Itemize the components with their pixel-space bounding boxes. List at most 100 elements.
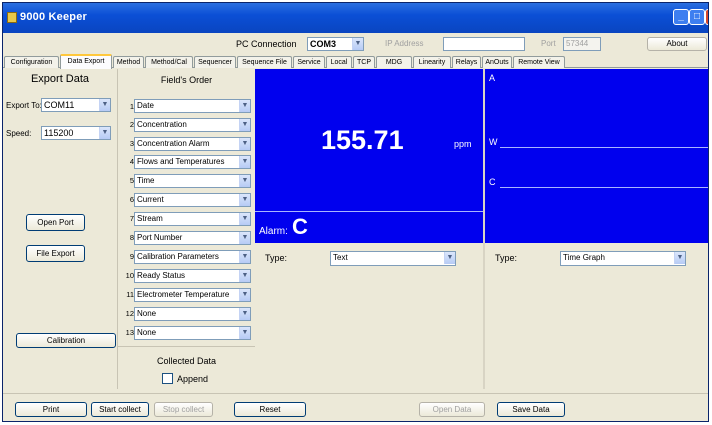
tab-sequence-file[interactable]: Sequence File xyxy=(237,56,292,68)
tab-linearity[interactable]: Linearity xyxy=(413,56,451,68)
graph-type-value: Time Graph xyxy=(563,253,605,262)
tab-tcp[interactable]: TCP xyxy=(353,56,375,68)
tab-relays[interactable]: Relays xyxy=(452,56,481,68)
graph-label-c: C xyxy=(489,177,496,187)
ip-address-label: IP Address xyxy=(385,39,424,48)
chevron-down-icon: ▼ xyxy=(239,327,250,339)
concentration-unit: ppm xyxy=(454,139,472,149)
bottom-toolbar: Print Start collect Stop collect Reset O… xyxy=(3,393,708,421)
field-order-select[interactable]: None ▼ xyxy=(134,326,251,340)
chevron-down-icon: ▼ xyxy=(239,251,250,263)
graph-type-label: Type: xyxy=(495,253,518,263)
value-display: 155.71 ppm Alarm: C xyxy=(255,69,483,243)
field-row-number: 1 xyxy=(129,102,134,111)
window-title: 9000 Keeper xyxy=(20,11,88,23)
chevron-down-icon: ▼ xyxy=(239,194,250,206)
field-order-select[interactable]: Stream ▼ xyxy=(134,212,251,226)
field-order-select[interactable]: Current ▼ xyxy=(134,193,251,207)
display-type-value: Text xyxy=(333,253,348,262)
field-row-number: 5 xyxy=(129,176,134,185)
field-order-select[interactable]: Flows and Temperatures ▼ xyxy=(134,155,251,169)
graph-display: A W C xyxy=(485,69,708,243)
chevron-down-icon: ▼ xyxy=(239,119,250,131)
tab-sequencer[interactable]: Sequencer xyxy=(194,56,236,68)
fields-order-panel: Field's Order 1 Date ▼ 2 Concentration ▼ 3… xyxy=(117,69,255,389)
reset-button[interactable]: Reset xyxy=(234,402,306,417)
field-row-number: 3 xyxy=(129,139,134,148)
chevron-down-icon: ▼ xyxy=(239,270,250,282)
field-row-number: 4 xyxy=(129,157,134,166)
port-input[interactable]: 57344 xyxy=(563,37,601,51)
chevron-down-icon: ▼ xyxy=(239,100,250,112)
field-order-value: Current xyxy=(137,195,164,204)
about-button[interactable]: About xyxy=(647,37,707,51)
field-row-number: 11 xyxy=(126,290,134,299)
open-data-button[interactable]: Open Data xyxy=(419,402,485,417)
field-order-select[interactable]: Port Number ▼ xyxy=(134,231,251,245)
print-button[interactable]: Print xyxy=(15,402,87,417)
export-to-label: Export To: xyxy=(6,101,42,110)
panel-divider xyxy=(483,69,485,389)
tab-data-export[interactable]: Data Export xyxy=(60,54,112,69)
field-row-number: 10 xyxy=(125,271,134,280)
field-order-select[interactable]: Electrometer Temperature ▼ xyxy=(134,288,251,302)
file-export-button[interactable]: File Export xyxy=(26,245,85,262)
field-order-select[interactable]: None ▼ xyxy=(134,307,251,321)
chevron-down-icon: ▼ xyxy=(239,289,250,301)
maximize-icon[interactable]: □ xyxy=(689,9,705,25)
open-port-button[interactable]: Open Port xyxy=(26,214,85,231)
close-icon[interactable] xyxy=(705,9,708,25)
tab-configuration[interactable]: Configuration xyxy=(4,56,59,68)
start-collect-button[interactable]: Start collect xyxy=(91,402,149,417)
field-order-select[interactable]: Date ▼ xyxy=(134,99,251,113)
export-to-select[interactable]: COM11 ▼ xyxy=(41,98,111,112)
field-order-select[interactable]: Time ▼ xyxy=(134,174,251,188)
divider xyxy=(118,346,255,347)
alarm-label: Alarm: xyxy=(259,226,288,237)
speed-value: 115200 xyxy=(44,128,74,138)
save-data-button[interactable]: Save Data xyxy=(497,402,565,417)
pc-connection-select[interactable]: COM3 ▼ xyxy=(307,37,364,51)
tab-local[interactable]: Local xyxy=(326,56,352,68)
field-row-number: 12 xyxy=(125,309,134,318)
field-order-select[interactable]: Concentration ▼ xyxy=(134,118,251,132)
calibration-button[interactable]: Calibration xyxy=(16,333,116,348)
concentration-value: 155.71 xyxy=(321,125,404,155)
display-type-select[interactable]: Text ▼ xyxy=(330,251,456,266)
tab-method-cal[interactable]: Method/Cal xyxy=(145,56,193,68)
chevron-down-icon: ▼ xyxy=(239,213,250,225)
tab-service[interactable]: Service xyxy=(293,56,325,68)
chevron-down-icon: ▼ xyxy=(239,308,250,320)
chevron-down-icon: ▼ xyxy=(674,252,685,264)
field-order-value: Flows and Temperatures xyxy=(137,157,225,166)
tab-mdg[interactable]: MDG xyxy=(376,56,412,68)
chevron-down-icon: ▼ xyxy=(444,252,455,264)
ip-address-input[interactable] xyxy=(443,37,525,51)
append-checkbox[interactable] xyxy=(162,373,173,384)
field-order-value: Ready Status xyxy=(137,271,186,280)
field-order-value: None xyxy=(137,328,157,337)
app-window: 9000 Keeper _ □ PC Connection COM3 ▼ IP … xyxy=(2,2,709,422)
speed-select[interactable]: 115200 ▼ xyxy=(41,126,111,140)
tab-remote-view[interactable]: Remote View xyxy=(513,56,565,68)
graph-line-w xyxy=(500,147,708,148)
field-order-value: Concentration xyxy=(137,120,187,129)
field-order-select[interactable]: Ready Status ▼ xyxy=(134,269,251,283)
fields-order-heading: Field's Order xyxy=(160,75,213,85)
divider xyxy=(255,211,483,212)
field-order-select[interactable]: Concentration Alarm ▼ xyxy=(134,137,251,151)
tab-anouts[interactable]: AnOuts xyxy=(482,56,512,68)
field-order-value: Port Number xyxy=(137,233,183,242)
export-to-value: COM11 xyxy=(44,100,75,110)
tab-method[interactable]: Method xyxy=(113,56,144,68)
field-row-number: 2 xyxy=(129,120,134,129)
graph-type-select[interactable]: Time Graph ▼ xyxy=(560,251,686,266)
chevron-down-icon: ▼ xyxy=(239,232,250,244)
graph-label-w: W xyxy=(489,137,498,147)
stop-collect-button[interactable]: Stop collect xyxy=(154,402,213,417)
graph-line-c xyxy=(500,187,708,188)
field-order-select[interactable]: Calibration Parameters ▼ xyxy=(134,250,251,264)
minimize-icon[interactable]: _ xyxy=(673,9,689,25)
field-order-value: None xyxy=(137,309,157,318)
field-row-number: 9 xyxy=(129,252,134,261)
